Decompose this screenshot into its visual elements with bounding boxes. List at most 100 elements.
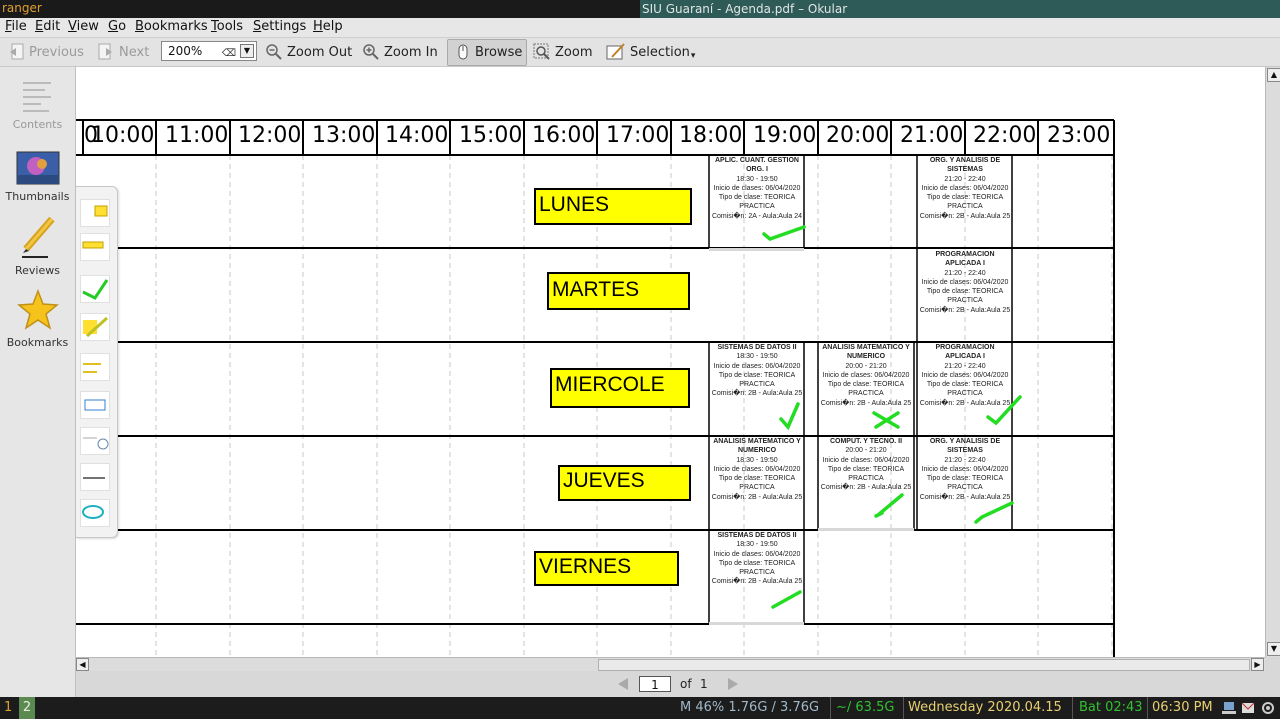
annotation-tool-underline[interactable] <box>80 353 110 381</box>
annotation-tool-text[interactable] <box>80 391 110 419</box>
annotation-tool-highlighter[interactable] <box>80 313 110 341</box>
menu-bookmarks[interactable]: Bookmarks <box>135 19 208 34</box>
hour-label: 22:00 <box>973 123 1037 148</box>
class-cell: ORG. Y ANALISIS DE SISTEMAS 21:20 - 22:4… <box>919 157 1011 220</box>
hour-label: 10:00 <box>91 123 155 148</box>
next-button[interactable]: Next <box>97 41 149 63</box>
typewriter-icon <box>84 399 106 411</box>
chevron-down-icon[interactable]: ▼ <box>240 44 254 58</box>
hour-label: 14:00 <box>385 123 449 148</box>
tray-network-icon[interactable] <box>1222 700 1236 716</box>
highlighter-icon <box>83 316 109 338</box>
menu-settings[interactable]: Settings <box>253 19 306 34</box>
date: Wednesday 2020.04.15 <box>903 697 1062 719</box>
browse-label-wrap[interactable]: Browse <box>455 41 522 63</box>
menu-tools[interactable]: Tools <box>211 19 243 34</box>
hour-label: 21:00 <box>900 123 964 148</box>
clear-icon[interactable]: ⌫ <box>222 45 236 63</box>
class-cell: PROGRAMACION APLICADA I 21:20 - 22:40 In… <box>919 251 1011 314</box>
day-label-jueves: JUEVES <box>558 465 691 501</box>
thumbnails-icon <box>16 151 59 185</box>
menu-file[interactable]: File <box>5 19 27 34</box>
disk-usage: ~/ 63.5G <box>830 697 894 719</box>
menu-edit[interactable]: Edit <box>35 19 60 34</box>
page-of-label: of <box>680 677 692 691</box>
day-label-miercoles: MIERCOLE <box>550 368 690 408</box>
star-icon <box>16 288 59 330</box>
annotation-tool-note[interactable] <box>80 199 110 227</box>
sidebar-item-contents[interactable]: Contents <box>0 79 75 131</box>
zoom-tool-button[interactable]: Zoom <box>533 41 592 63</box>
zoom-in-button[interactable]: Zoom In <box>362 41 438 63</box>
hour-label: 13:00 <box>312 123 376 148</box>
scroll-up-icon[interactable]: ▲ <box>1267 68 1280 82</box>
hour-label: 19:00 <box>753 123 817 148</box>
previous-page-icon <box>10 43 24 60</box>
annotation-tool-ellipse[interactable] <box>80 499 110 527</box>
vertical-scrollbar[interactable]: ▲ ▼ <box>1265 67 1280 657</box>
horizontal-scrollbar[interactable]: ◀ ▶ <box>76 657 1265 671</box>
clock: 06:30 PM <box>1147 697 1213 719</box>
scroll-right-icon[interactable]: ▶ <box>1251 658 1264 671</box>
pencil-icon <box>21 216 55 258</box>
note-icon <box>94 205 108 217</box>
day-label-lunes: LUNES <box>534 188 692 225</box>
zoom-level-combo[interactable]: 200% ⌫ ▼ <box>161 41 257 61</box>
annotation-tool-stamp[interactable] <box>80 427 110 455</box>
workspace-1[interactable]: 1 <box>4 697 12 719</box>
hand-icon <box>458 44 468 60</box>
menu-help[interactable]: Help <box>313 19 343 34</box>
underline-icon <box>83 363 101 373</box>
hour-label: 16:00 <box>532 123 596 148</box>
selection-icon <box>606 43 625 60</box>
page-total: 1 <box>700 677 708 691</box>
page-number-input[interactable]: 1 <box>639 676 671 692</box>
sidebar-item-bookmarks[interactable]: Bookmarks <box>0 288 75 349</box>
workspace-2[interactable]: 2 <box>19 697 35 719</box>
scroll-left-icon[interactable]: ◀ <box>76 658 89 671</box>
sidebar-item-thumbnails[interactable]: Thumbnails <box>0 151 75 203</box>
annotation-tool-freehand[interactable] <box>80 275 110 303</box>
hour-label: 15:00 <box>459 123 523 148</box>
annotation-tool-line[interactable] <box>80 463 110 491</box>
page-navigation: 1 of 1 <box>76 671 1280 697</box>
class-cell: SISTEMAS DE DATOS II 18:30 - 19:50 Inici… <box>711 532 803 586</box>
class-cell: PROGRAMACION APLICADA I 21:20 - 22:40 In… <box>919 344 1011 407</box>
class-cell: ORG. Y ANALISIS DE SISTEMAS 21:20 - 22:4… <box>919 438 1011 501</box>
scroll-thumb[interactable] <box>598 659 1250 671</box>
stamp-icon <box>83 437 109 450</box>
wm-label: ranger <box>2 1 42 15</box>
zoom-out-button[interactable]: Zoom Out <box>265 41 352 63</box>
tray-settings-icon[interactable] <box>1260 700 1276 716</box>
scroll-down-icon[interactable]: ▼ <box>1267 642 1280 656</box>
annotation-tool-inline-note[interactable] <box>80 233 110 261</box>
battery: Bat 02:43 <box>1072 697 1143 719</box>
menu-view[interactable]: View <box>68 19 99 34</box>
document-view[interactable]: 0 10:00 11:00 12:00 13:00 14:00 15:00 16… <box>76 67 1265 657</box>
class-cell: COMPUT. Y TECNO. II 20:00 - 21:20 Inicio… <box>820 438 912 492</box>
hour-label: 11:00 <box>165 123 229 148</box>
class-cell: SISTEMAS DE DATOS II 18:30 - 19:50 Inici… <box>711 344 803 398</box>
zoom-out-icon <box>266 44 282 60</box>
tray-mail-icon[interactable] <box>1241 700 1255 716</box>
hour-label: 20:00 <box>826 123 890 148</box>
hour-label: 17:00 <box>606 123 670 148</box>
window-title: SIU Guaraní - Agenda.pdf – Okular <box>640 0 1280 18</box>
hour-label: 23:00 <box>1047 123 1111 148</box>
prev-page-arrow-icon[interactable] <box>616 676 630 692</box>
menu-go[interactable]: Go <box>108 19 126 34</box>
next-page-icon <box>98 43 112 60</box>
sidebar: Contents Thumbnails Reviews Bookmarks <box>0 67 76 697</box>
contents-icon <box>22 82 51 112</box>
sidebar-item-reviews[interactable]: Reviews <box>0 215 75 277</box>
hour-label: 12:00 <box>238 123 302 148</box>
previous-button[interactable]: Previous <box>7 41 84 63</box>
next-page-arrow-icon[interactable] <box>726 676 740 692</box>
line-icon <box>83 477 105 479</box>
zoom-tool-icon <box>533 43 550 60</box>
inline-note-icon <box>82 241 104 249</box>
selection-tool-button[interactable]: Selection ▾ <box>606 41 695 63</box>
day-label-viernes: VIERNES <box>534 551 679 586</box>
status-bar: 1 2 M 46% 1.76G / 3.76G ~/ 63.5G Wednesd… <box>0 697 1280 719</box>
class-cell: ANALISIS MATEMATICO Y NUMERICO 20:00 - 2… <box>820 344 912 407</box>
